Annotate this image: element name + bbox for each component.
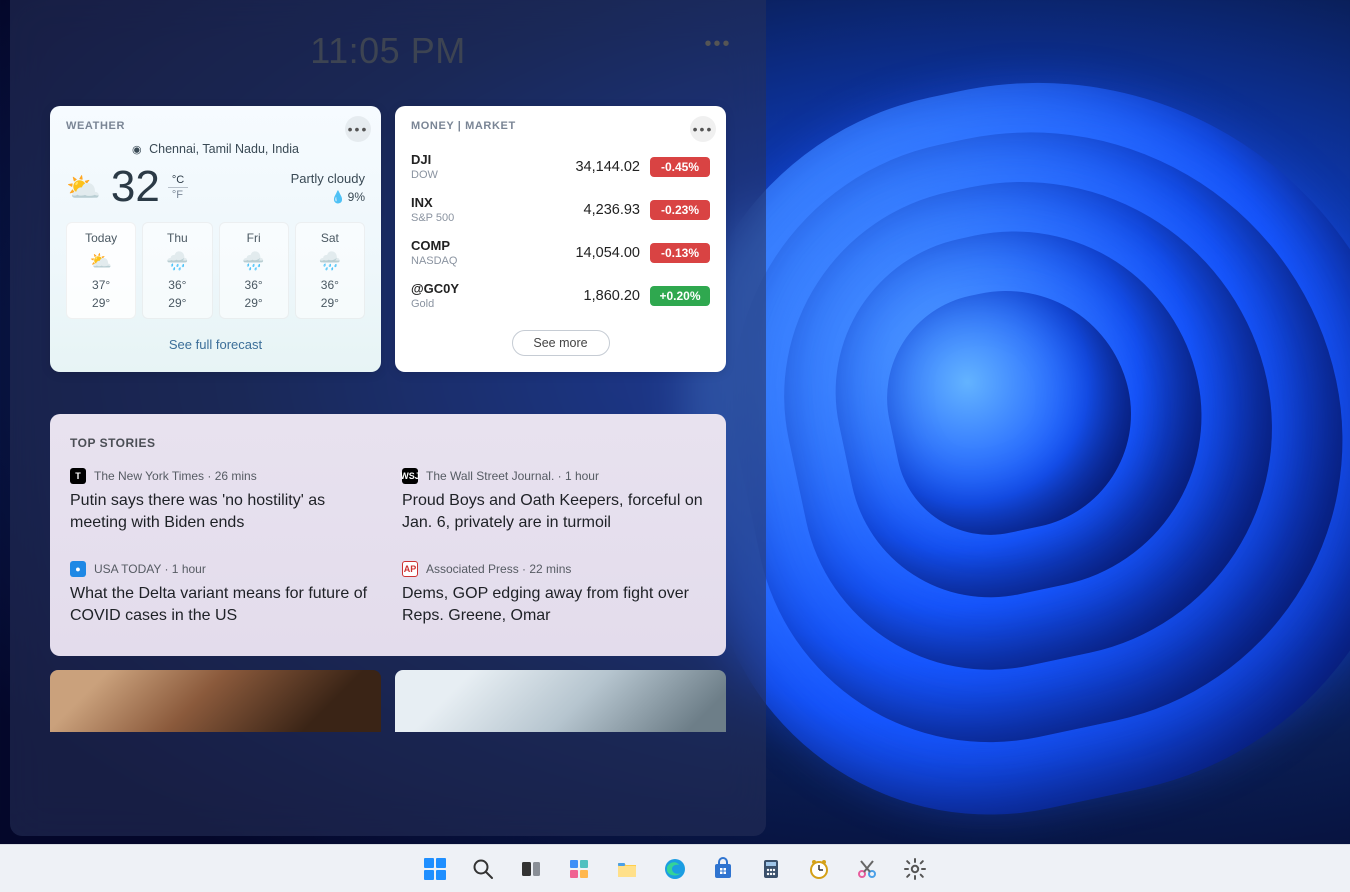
- settings-button[interactable]: [898, 852, 932, 886]
- change-badge: -0.45%: [650, 157, 710, 177]
- news-image-2[interactable]: [395, 670, 726, 732]
- calculator-button[interactable]: [754, 852, 788, 886]
- start-button[interactable]: [418, 852, 452, 886]
- weather-day-icon: 🌧️: [298, 251, 362, 272]
- edge-button[interactable]: [658, 852, 692, 886]
- market-row[interactable]: DJIDOW34,144.02-0.45%: [411, 142, 710, 185]
- source-icon: AP: [402, 561, 418, 577]
- news-image-tiles: [50, 670, 726, 732]
- money-rows: DJIDOW34,144.02-0.45%INXS&P 5004,236.93-…: [411, 142, 710, 314]
- taskbar: [0, 844, 1350, 892]
- top-stories-title: TOP STORIES: [70, 436, 706, 450]
- store-icon: [711, 857, 735, 881]
- location-pin-icon: ◉: [132, 144, 142, 156]
- snip-icon: [855, 857, 879, 881]
- money-menu-icon[interactable]: •••: [690, 116, 716, 142]
- forecast-day[interactable]: Sat🌧️36°29°: [295, 222, 365, 319]
- clock-icon: [807, 857, 831, 881]
- source-icon: T: [70, 468, 86, 484]
- source-icon: ●: [70, 561, 86, 577]
- search-button[interactable]: [466, 852, 500, 886]
- humidity-drop-icon: 💧: [331, 190, 346, 204]
- forecast-day[interactable]: Fri🌧️36°29°: [219, 222, 289, 319]
- weather-forecast-row: Today⛅37°29°Thu🌧️36°29°Fri🌧️36°29°Sat🌧️3…: [66, 222, 365, 319]
- story-item[interactable]: WSJThe Wall Street Journal. · 1 hourProu…: [402, 468, 706, 533]
- weather-unit-toggle[interactable]: °C °F: [168, 173, 188, 202]
- weather-current-icon: ⛅: [66, 171, 101, 204]
- widgets-button[interactable]: [562, 852, 596, 886]
- weather-day-icon: 🌧️: [145, 251, 209, 272]
- forecast-day[interactable]: Thu🌧️36°29°: [142, 222, 212, 319]
- windows-logo-icon: [424, 858, 446, 880]
- weather-condition: Partly cloudy 💧9%: [291, 171, 365, 204]
- weather-temp: 32: [111, 162, 160, 212]
- stories-grid: TThe New York Times · 26 minsPutin says …: [70, 468, 706, 626]
- weather-menu-icon[interactable]: •••: [345, 116, 371, 142]
- forecast-day[interactable]: Today⛅37°29°: [66, 222, 136, 319]
- search-icon: [471, 857, 495, 881]
- market-row[interactable]: INXS&P 5004,236.93-0.23%: [411, 185, 710, 228]
- weather-day-icon: ⛅: [69, 251, 133, 272]
- panel-more-icon[interactable]: •••: [704, 30, 732, 58]
- gear-icon: [903, 857, 927, 881]
- weather-day-icon: 🌧️: [222, 251, 286, 272]
- see-full-forecast-link[interactable]: See full forecast: [66, 337, 365, 352]
- calculator-icon: [759, 857, 783, 881]
- market-row[interactable]: COMPNASDAQ14,054.00-0.13%: [411, 228, 710, 271]
- story-item[interactable]: ●USA TODAY · 1 hourWhat the Delta varian…: [70, 561, 374, 626]
- story-item[interactable]: APAssociated Press · 22 minsDems, GOP ed…: [402, 561, 706, 626]
- widgets-icon: [567, 857, 591, 881]
- edge-icon: [663, 857, 687, 881]
- story-item[interactable]: TThe New York Times · 26 minsPutin says …: [70, 468, 374, 533]
- change-badge: +0.20%: [650, 286, 710, 306]
- money-title: MONEY | MARKET: [411, 120, 710, 132]
- news-image-1[interactable]: [50, 670, 381, 732]
- top-stories-widget[interactable]: TOP STORIES TThe New York Times · 26 min…: [50, 414, 726, 656]
- weather-location: ◉ Chennai, Tamil Nadu, India: [66, 142, 365, 156]
- see-more-button[interactable]: See more: [512, 330, 610, 356]
- task-view-button[interactable]: [514, 852, 548, 886]
- source-icon: WSJ: [402, 468, 418, 484]
- snipping-tool-button[interactable]: [850, 852, 884, 886]
- weather-title: WEATHER: [66, 120, 365, 132]
- weather-widget[interactable]: ••• WEATHER ◉ Chennai, Tamil Nadu, India…: [50, 106, 381, 372]
- panel-time: 11:05 PM: [50, 30, 726, 72]
- widgets-panel: ••• 11:05 PM ••• WEATHER ◉ Chennai, Tami…: [10, 0, 766, 836]
- task-view-icon: [519, 857, 543, 881]
- store-button[interactable]: [706, 852, 740, 886]
- money-widget[interactable]: ••• MONEY | MARKET DJIDOW34,144.02-0.45%…: [395, 106, 726, 372]
- change-badge: -0.13%: [650, 243, 710, 263]
- change-badge: -0.23%: [650, 200, 710, 220]
- folder-icon: [615, 857, 639, 881]
- market-row[interactable]: @GC0YGold1,860.20+0.20%: [411, 271, 710, 314]
- file-explorer-button[interactable]: [610, 852, 644, 886]
- clock-button[interactable]: [802, 852, 836, 886]
